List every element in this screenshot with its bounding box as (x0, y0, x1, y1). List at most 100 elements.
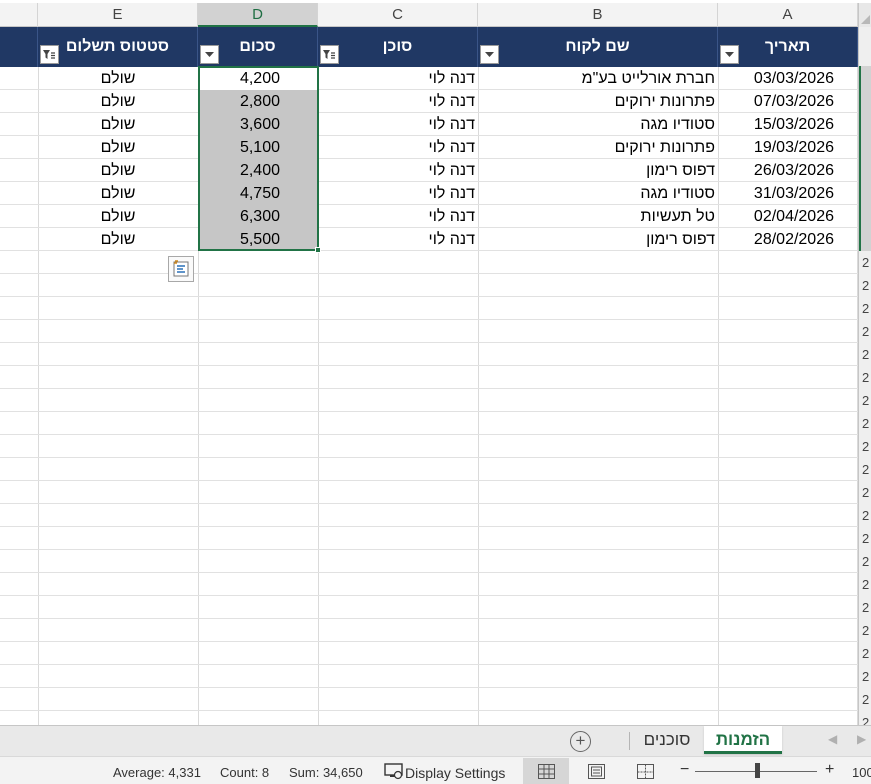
row-number[interactable]: 2 (862, 485, 869, 500)
row-number[interactable]: 2 (862, 554, 869, 569)
cell-customer[interactable]: סטודיו מגה (478, 113, 718, 136)
cell-agent[interactable]: דנה לוי (318, 228, 478, 251)
cell-customer[interactable]: דפוס רימון (478, 228, 718, 251)
row-number[interactable]: 2 (862, 324, 869, 339)
cell-amount[interactable]: 4,200 (198, 67, 318, 90)
cell-payment-status[interactable]: שולם (38, 90, 198, 113)
column-header-e[interactable]: E (38, 3, 198, 27)
row-number[interactable]: 2 (862, 531, 869, 546)
sheet-tab-orders[interactable]: הזמנות (704, 726, 782, 754)
row-number[interactable]: 2 (862, 370, 869, 385)
normal-view-button[interactable] (523, 758, 569, 784)
cell-amount[interactable]: 5,500 (198, 228, 318, 251)
spreadsheet-grid[interactable]: סטטוס תשלום סכום סוכן שם לקוח תאריך שולם… (0, 27, 858, 725)
column-header-a[interactable]: A (718, 3, 858, 27)
cell-customer[interactable]: טל תעשיות (478, 205, 718, 228)
filter-active-button-agent[interactable] (320, 45, 339, 64)
cell-date[interactable]: 02/04/2026 (718, 205, 858, 228)
row-number[interactable]: 2 (862, 715, 869, 725)
tab-scroll-right-icon[interactable]: ▶ (857, 732, 866, 746)
row-number[interactable]: 2 (862, 669, 869, 684)
header-payment-status[interactable]: סטטוס תשלום (38, 27, 198, 67)
cell-date[interactable]: 19/03/2026 (718, 136, 858, 159)
display-settings-button[interactable]: Display Settings (405, 765, 505, 781)
column-header-b[interactable]: B (478, 3, 718, 27)
filter-dropdown-button-amount[interactable] (200, 45, 219, 64)
header-agent[interactable]: סוכן (318, 27, 478, 67)
zoom-in-button[interactable]: + (825, 761, 834, 779)
cell-date[interactable]: 07/03/2026 (718, 90, 858, 113)
column-header-d[interactable]: D (198, 3, 318, 27)
row-header-strip[interactable]: 2 2 2 2 2 2 2 2 2 2 2 2 2 2 2 2 2 2 2 2 2 (858, 27, 871, 725)
cell-payment-status[interactable]: שולם (38, 67, 198, 90)
zoom-level[interactable]: 100 (852, 765, 871, 780)
cell-agent[interactable]: דנה לוי (318, 113, 478, 136)
cell-agent[interactable]: דנה לוי (318, 136, 478, 159)
status-count[interactable]: Count: 8 (220, 765, 269, 780)
sheet-tab-agents[interactable]: סוכנים (635, 726, 699, 754)
row-number[interactable]: 2 (862, 439, 869, 454)
cell-amount[interactable]: 6,300 (198, 205, 318, 228)
cell-customer[interactable]: סטודיו מגה (478, 182, 718, 205)
row-number[interactable]: 2 (862, 347, 869, 362)
cell-payment-status[interactable]: שולם (38, 228, 198, 251)
cell-agent[interactable]: דנה לוי (318, 182, 478, 205)
cell-payment-status[interactable]: שולם (38, 182, 198, 205)
row-number[interactable]: 2 (862, 255, 869, 270)
zoom-slider-thumb[interactable] (755, 763, 760, 778)
row-number[interactable]: 2 (862, 577, 869, 592)
row-number[interactable]: 2 (862, 462, 869, 477)
filter-funnel-icon (43, 50, 55, 59)
header-date[interactable]: תאריך (718, 27, 858, 67)
row-number[interactable]: 2 (862, 692, 869, 707)
header-customer-name[interactable]: שם לקוח (478, 27, 718, 67)
status-average[interactable]: Average: 4,331 (113, 765, 201, 780)
cell-amount[interactable]: 2,400 (198, 159, 318, 182)
cell-amount[interactable]: 4,750 (198, 182, 318, 205)
column-header-partial[interactable] (0, 3, 38, 27)
filter-dropdown-button-customer[interactable] (480, 45, 499, 64)
cell-date[interactable]: 26/03/2026 (718, 159, 858, 182)
select-all-corner[interactable] (858, 3, 871, 27)
cell-payment-status[interactable]: שולם (38, 136, 198, 159)
cell-date[interactable]: 28/02/2026 (718, 228, 858, 251)
quick-analysis-button[interactable] (168, 256, 194, 282)
cell-payment-status[interactable]: שולם (38, 205, 198, 228)
tab-scroll-left-icon[interactable]: ◀ (828, 732, 837, 746)
row-number[interactable]: 2 (862, 301, 869, 316)
row-number[interactable]: 2 (862, 393, 869, 408)
cell-agent[interactable]: דנה לוי (318, 67, 478, 90)
header-payment-status-label: סטטוס תשלום (65, 38, 170, 55)
cell-date[interactable]: 15/03/2026 (718, 113, 858, 136)
cell-amount[interactable]: 3,600 (198, 113, 318, 136)
cell-customer[interactable]: פתרונות ירוקים (478, 136, 718, 159)
zoom-out-button[interactable]: − (680, 761, 689, 779)
row-number[interactable]: 2 (862, 508, 869, 523)
row-number[interactable]: 2 (862, 646, 869, 661)
row-number[interactable]: 2 (862, 416, 869, 431)
row-number[interactable]: 2 (862, 623, 869, 638)
cell-payment-status[interactable]: שולם (38, 159, 198, 182)
fill-handle[interactable] (315, 247, 321, 253)
row-number[interactable]: 2 (862, 278, 869, 293)
cell-agent[interactable]: דנה לוי (318, 205, 478, 228)
display-settings-icon[interactable] (384, 763, 404, 783)
row-number[interactable]: 2 (862, 600, 869, 615)
cell-date[interactable]: 31/03/2026 (718, 182, 858, 205)
column-header-c[interactable]: C (318, 3, 478, 27)
cell-payment-status[interactable]: שולם (38, 113, 198, 136)
add-sheet-button[interactable]: + (570, 731, 591, 752)
status-sum[interactable]: Sum: 34,650 (289, 765, 363, 780)
cell-agent[interactable]: דנה לוי (318, 90, 478, 113)
cell-date[interactable]: 03/03/2026 (718, 67, 858, 90)
cell-agent[interactable]: דנה לוי (318, 159, 478, 182)
cell-amount[interactable]: 2,800 (198, 90, 318, 113)
cell-customer[interactable]: דפוס רימון (478, 159, 718, 182)
cell-amount[interactable]: 5,100 (198, 136, 318, 159)
cell-customer[interactable]: פתרונות ירוקים (478, 90, 718, 113)
cell-customer[interactable]: חברת אורלייט בע"מ (478, 67, 718, 90)
page-break-view-button[interactable] (622, 758, 668, 784)
page-layout-view-button[interactable] (573, 758, 619, 784)
filter-dropdown-button-date[interactable] (720, 45, 739, 64)
filter-active-button-payment-status[interactable] (40, 45, 59, 64)
